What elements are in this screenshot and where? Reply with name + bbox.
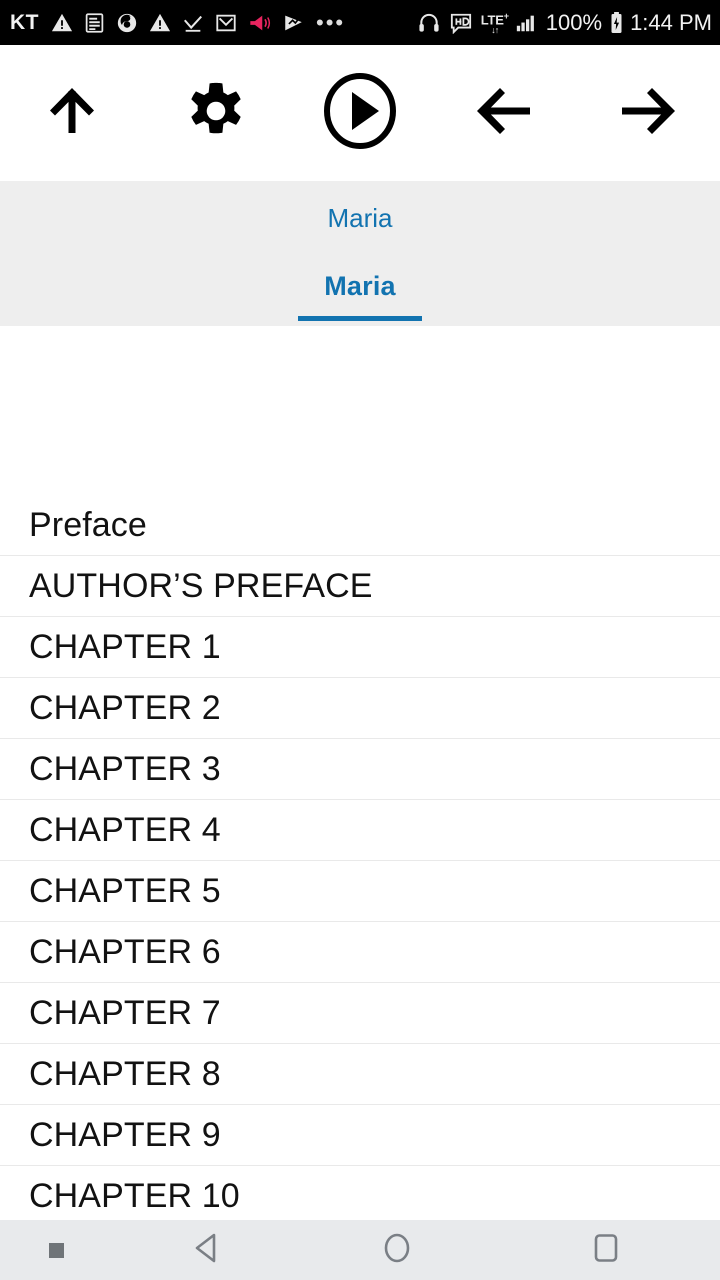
battery-icon: [609, 11, 624, 35]
tab-maria[interactable]: Maria: [298, 255, 422, 326]
network-superscript: +: [503, 11, 509, 22]
play-circle-icon: [321, 71, 399, 156]
hd-icon: [449, 12, 473, 34]
list-item-label: Preface: [29, 506, 147, 544]
status-bar: KT ••• LTE+ ↓↑ 100% 1:44 PM: [0, 0, 720, 45]
tab-row: Maria: [0, 255, 720, 326]
list-item[interactable]: AUTHOR’S PREFACE: [0, 556, 720, 617]
header-tab-band: Maria Maria: [0, 181, 720, 326]
next-button[interactable]: [604, 69, 692, 157]
phone-screen: KT ••• LTE+ ↓↑ 100% 1:44 PM Maria Maria …: [0, 0, 720, 1280]
status-bar-left-icons: KT •••: [10, 9, 365, 35]
app-toolbar: [0, 45, 720, 181]
clock-label: 1:44 PM: [630, 9, 712, 35]
status-overflow-icon: •••: [316, 9, 346, 35]
headphones-icon: [417, 11, 441, 34]
warning-triangle-icon-2: [149, 12, 171, 34]
nav-dot-indicator[interactable]: [0, 1220, 112, 1280]
list-item-label: CHAPTER 6: [29, 933, 221, 971]
list-item[interactable]: CHAPTER 8: [0, 1044, 720, 1105]
list-item[interactable]: Preface: [0, 495, 720, 556]
play-button[interactable]: [316, 69, 404, 157]
book-title-label: Maria: [327, 203, 393, 233]
arrow-right-icon: [617, 82, 679, 145]
status-bar-right-icons: LTE+ ↓↑ 100% 1:44 PM: [417, 11, 712, 35]
battery-percent-label: 100%: [545, 9, 603, 35]
list-item-label: CHAPTER 10: [29, 1177, 240, 1215]
megaphone-icon: [248, 12, 271, 34]
list-item[interactable]: CHAPTER 5: [0, 861, 720, 922]
settings-button[interactable]: [172, 69, 260, 157]
list-item[interactable]: CHAPTER 9: [0, 1105, 720, 1166]
nav-back-button[interactable]: [112, 1220, 302, 1280]
up-arrow-button[interactable]: [28, 69, 116, 157]
news-document-icon: [84, 12, 105, 34]
nav-recents-button[interactable]: [492, 1220, 720, 1280]
chapter-list[interactable]: Preface AUTHOR’S PREFACE CHAPTER 1 CHAPT…: [0, 326, 720, 1220]
arrow-left-icon: [473, 82, 535, 145]
checkmark-icon: [182, 12, 204, 34]
tab-label: Maria: [324, 271, 396, 301]
home-circle-icon: [380, 1231, 414, 1270]
list-item[interactable]: CHAPTER 6: [0, 922, 720, 983]
network-type-indicator: LTE+ ↓↑: [481, 11, 509, 35]
firefox-icon: [116, 12, 138, 34]
previous-button[interactable]: [460, 69, 548, 157]
carrier-label: KT: [10, 11, 39, 34]
gmail-icon: [215, 12, 237, 34]
list-item-label: CHAPTER 9: [29, 1116, 221, 1154]
list-item[interactable]: CHAPTER 2: [0, 678, 720, 739]
recents-square-icon: [589, 1231, 623, 1270]
list-item[interactable]: CHAPTER 4: [0, 800, 720, 861]
list-item-label: CHAPTER 8: [29, 1055, 221, 1093]
list-item[interactable]: CHAPTER 10: [0, 1166, 720, 1220]
list-item-label: CHAPTER 7: [29, 994, 221, 1032]
back-triangle-icon: [190, 1231, 224, 1270]
list-item-label: CHAPTER 2: [29, 689, 221, 727]
network-data-arrows: ↓↑: [491, 24, 499, 35]
square-dot-icon: [48, 1242, 64, 1258]
list-item[interactable]: CHAPTER 7: [0, 983, 720, 1044]
list-item[interactable]: CHAPTER 3: [0, 739, 720, 800]
signal-bars-icon: [514, 12, 538, 34]
gear-icon: [185, 80, 247, 147]
list-item-label: CHAPTER 1: [29, 628, 221, 666]
list-item-label: CHAPTER 5: [29, 872, 221, 910]
nav-home-button[interactable]: [302, 1220, 492, 1280]
list-item-label: AUTHOR’S PREFACE: [29, 567, 373, 605]
warning-triangle-icon: [51, 12, 73, 34]
play-triangle-icon: [282, 12, 305, 34]
arrow-up-icon: [42, 81, 102, 146]
list-item-label: CHAPTER 3: [29, 750, 221, 788]
list-item-label: CHAPTER 4: [29, 811, 221, 849]
list-item[interactable]: CHAPTER 1: [0, 617, 720, 678]
android-nav-bar: [0, 1220, 720, 1280]
list-top-gap: [0, 326, 720, 495]
